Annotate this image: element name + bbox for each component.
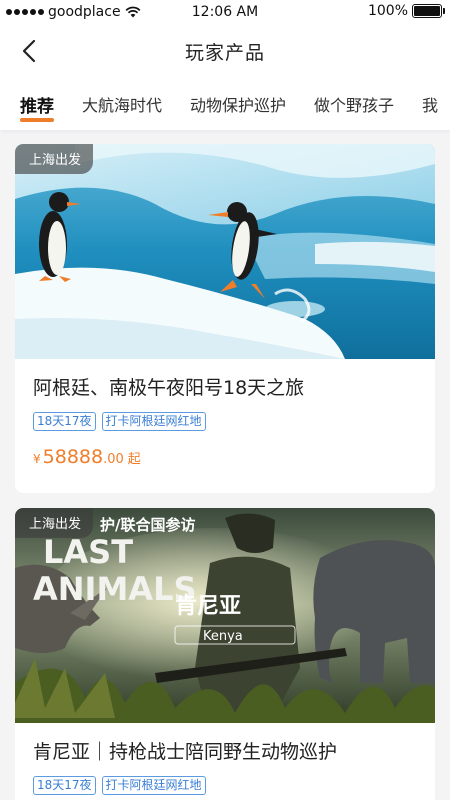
price-decimal: .00	[103, 452, 124, 467]
back-button[interactable]	[14, 36, 44, 66]
status-bar: goodplace 12:06 AM 100%	[0, 0, 450, 24]
price: ¥ 58888 .00 起	[33, 446, 417, 468]
product-card[interactable]: 护/联合国参访 LAST ANIMALS 肯尼亚 Kenya 上海出发 肯尼亚｜…	[15, 508, 435, 800]
status-left: goodplace	[0, 4, 180, 20]
duration-tag: 18天17夜	[33, 412, 96, 431]
poster-title-line1: LAST	[43, 533, 133, 571]
departure-badge: 上海出发	[15, 144, 94, 174]
product-title: 肯尼亚｜持枪战士陪同野生动物巡护	[33, 741, 338, 763]
tab-recommended[interactable]: 推荐	[20, 92, 54, 122]
wifi-icon	[125, 6, 140, 18]
chevron-left-icon	[22, 39, 36, 63]
tab-label: 我	[422, 96, 439, 115]
card-body: 阿根廷、南极午夜阳号18天之旅 18天17夜 打卡阿根廷网红地 ¥ 58888 …	[15, 359, 435, 468]
duration-tag: 18天17夜	[33, 776, 96, 795]
tab-label: 做个野孩子	[314, 96, 395, 115]
card-body: 肯尼亚｜持枪战士陪同野生动物巡护 18天17夜 打卡阿根廷网红地	[15, 723, 435, 795]
tab-wild-kids[interactable]: 做个野孩子	[314, 92, 394, 116]
product-title: 阿根廷、南极午夜阳号18天之旅	[33, 377, 305, 399]
feature-tag: 打卡阿根廷网红地	[101, 412, 206, 431]
battery-percent: 100%	[367, 3, 408, 19]
tab-more[interactable]: 我	[422, 92, 438, 116]
poster-title-line2: ANIMALS	[33, 570, 197, 608]
feature-tag: 打卡阿根廷网红地	[101, 776, 206, 795]
nav-bar: 玩家产品	[0, 24, 450, 78]
battery-icon	[412, 4, 445, 18]
tab-label: 大航海时代	[82, 96, 163, 115]
price-integer: 58888	[42, 446, 104, 468]
tab-age-of-discovery[interactable]: 大航海时代	[82, 92, 162, 116]
price-suffix: 起	[127, 452, 141, 467]
poster-cn-title: 肯尼亚	[175, 594, 241, 619]
poster-en-title: Kenya	[203, 629, 243, 644]
tab-label: 动物保护巡护	[190, 96, 287, 115]
product-card[interactable]: 上海出发 阿根廷、南极午夜阳号18天之旅 18天17夜 打卡阿根廷网红地 ¥ 5…	[15, 144, 435, 493]
kenya-poster-image: 护/联合国参访 LAST ANIMALS 肯尼亚 Kenya	[15, 508, 435, 723]
departure-badge: 上海出发	[15, 508, 94, 538]
product-image-antarctica: 上海出发	[15, 144, 435, 359]
tab-active-indicator	[20, 117, 54, 122]
signal-strength-icon	[6, 9, 44, 15]
tab-label: 推荐	[20, 96, 54, 117]
carrier-name: goodplace	[48, 4, 121, 20]
tab-animal-patrol[interactable]: 动物保护巡护	[190, 92, 286, 116]
antarctica-penguins-image	[15, 144, 435, 359]
currency-symbol: ¥	[33, 452, 41, 466]
tag-list: 18天17夜 打卡阿根廷网红地	[33, 776, 417, 795]
status-right: 100%	[367, 3, 445, 19]
category-tabs: 推荐 大航海时代 动物保护巡护 做个野孩子 我	[0, 78, 450, 130]
battery-fill	[414, 6, 440, 16]
page-title: 玩家产品	[184, 41, 265, 64]
product-image-kenya: 护/联合国参访 LAST ANIMALS 肯尼亚 Kenya 上海出发	[15, 508, 435, 723]
poster-subtitle: 护/联合国参访	[100, 516, 195, 534]
tag-list: 18天17夜 打卡阿根廷网红地	[33, 412, 417, 431]
